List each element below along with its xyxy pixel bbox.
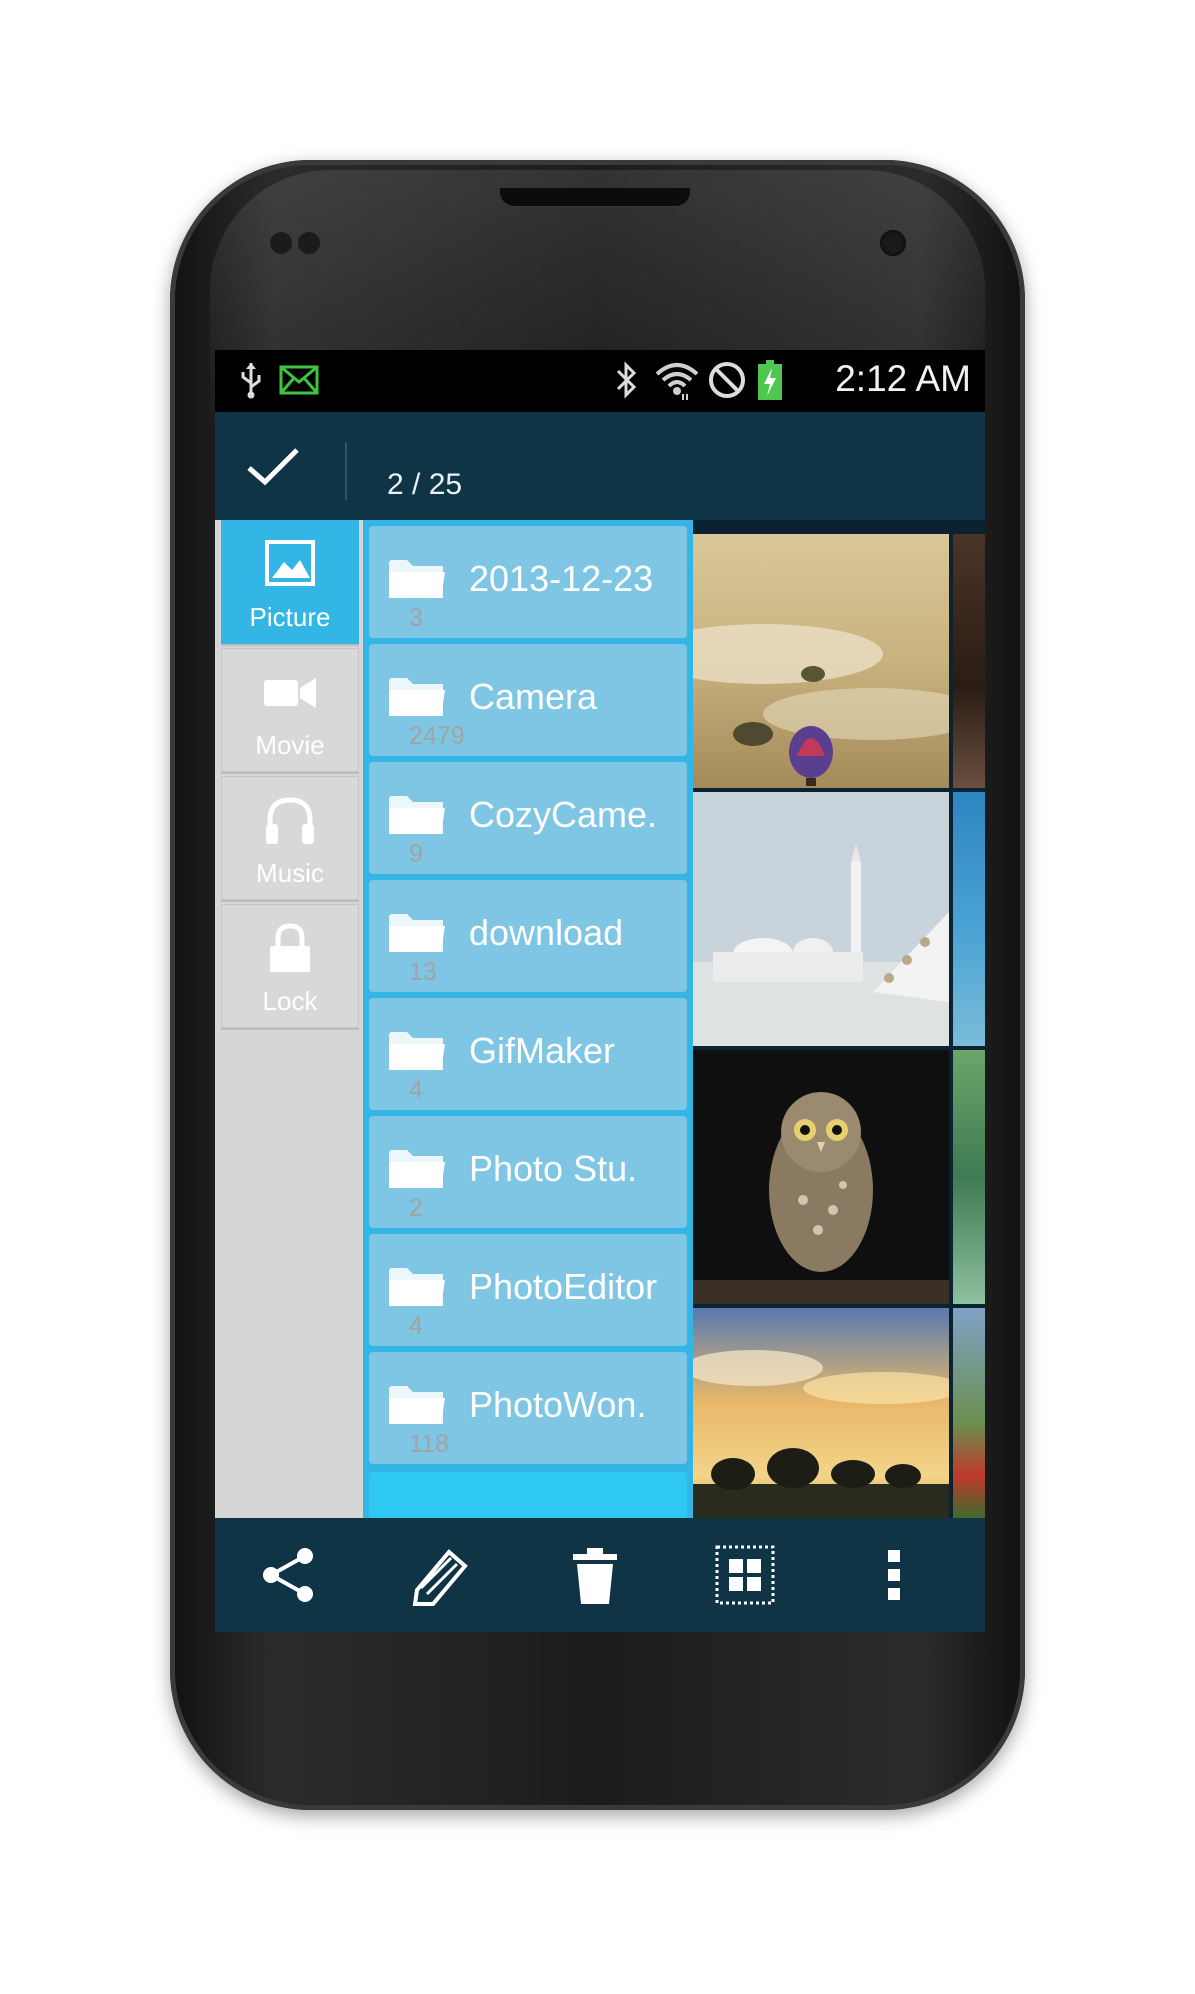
folder-icon [387,1028,447,1072]
list-item[interactable]: CozyCame. 9 [369,762,687,874]
list-item[interactable]: download 13 [369,880,687,992]
list-item[interactable]: Photo Stu. 2 [369,1116,687,1228]
photo-thumbnail[interactable] [693,1050,949,1304]
folder-count: 9 [409,840,423,868]
folder-icon [387,910,447,954]
tab-label: Music [256,858,324,888]
edit-icon[interactable] [411,1544,471,1606]
clock: 2:12 AM [835,358,971,399]
folder-name: Camera [469,676,598,717]
folder-count: 2 [409,1194,423,1222]
mail-icon [277,360,321,400]
status-bar: 2:12 AM [215,350,985,412]
folder-icon [387,1146,447,1190]
folder-icon [387,792,447,836]
headphones-icon [264,794,316,846]
tab-movie[interactable]: Movie [221,648,359,774]
phone-screen: 2:12 AM 2 / 25 Picture Movie Music Lock … [215,350,985,1632]
earpiece-speaker [500,188,690,206]
folder-name: Photo Stu. [469,1148,638,1189]
folder-icon [387,556,447,600]
tab-music[interactable]: Music [221,776,359,902]
folder-name: CozyCame. [469,794,658,835]
delete-icon[interactable] [565,1544,625,1606]
folder-count: 118 [409,1430,449,1458]
usb-icon [237,360,265,400]
tab-lock[interactable]: Lock [221,904,359,1030]
overflow-menu-icon[interactable] [879,1544,909,1606]
picture-icon [264,538,316,590]
front-camera [880,230,906,256]
list-item[interactable]: PhotoWon. 118 [369,1352,687,1464]
list-item[interactable] [369,1472,687,1518]
photo-thumbnail[interactable] [953,534,985,788]
folder-name: GifMaker [469,1030,616,1071]
folder-name: 2013-12-23 [469,558,654,599]
folder-count: 4 [409,1312,423,1340]
battery-charging-icon [755,360,785,400]
proximity-sensor [270,232,292,254]
no-signal-icon [705,360,749,400]
list-item[interactable]: 2013-12-23 3 [369,526,687,638]
photo-thumbnail[interactable] [953,1050,985,1304]
check-icon[interactable] [243,442,303,492]
list-item[interactable]: PhotoEditor 4 [369,1234,687,1346]
light-sensor [298,232,320,254]
folder-count: 3 [409,604,423,632]
content-area: Picture Movie Music Lock 2013-12-23 3 Ca… [215,520,985,1518]
photo-thumbnail[interactable] [693,1308,963,1518]
photo-grid [693,520,985,1518]
folder-count: 13 [409,958,437,986]
folder-list: 2013-12-23 3 Camera 2479 CozyCame. 9 dow… [363,520,693,1518]
wifi-icon [651,360,703,400]
photo-thumbnail[interactable] [953,792,985,1046]
photo-thumbnail[interactable] [693,792,949,1046]
bluetooth-icon [611,360,641,400]
lock-icon [264,922,316,974]
folder-name: PhotoEditor [469,1266,658,1307]
folder-name: download [469,912,624,953]
folder-icon [387,1382,447,1426]
category-tabs: Picture Movie Music Lock [215,520,363,1518]
folder-count: 2479 [409,722,465,750]
select-all-icon[interactable] [715,1544,775,1606]
folder-count: 4 [409,1076,423,1104]
tab-picture[interactable]: Picture [221,520,359,646]
folder-name: PhotoWon. [469,1384,647,1425]
list-item[interactable]: Camera 2479 [369,644,687,756]
tab-label: Lock [262,986,318,1016]
video-camera-icon [264,666,316,718]
tab-label: Movie [255,730,325,760]
photo-thumbnail[interactable] [693,534,983,788]
folder-icon [387,674,447,718]
selection-counter: 2 / 25 [387,468,463,501]
folder-icon [387,1264,447,1308]
action-bar-divider [345,442,347,500]
action-bar: 2 / 25 [215,412,985,582]
share-icon[interactable] [259,1544,319,1606]
list-item[interactable]: GifMaker 4 [369,998,687,1110]
photo-thumbnail[interactable] [953,1308,985,1518]
bottom-action-bar [215,1518,985,1632]
tab-label: Picture [249,602,331,632]
